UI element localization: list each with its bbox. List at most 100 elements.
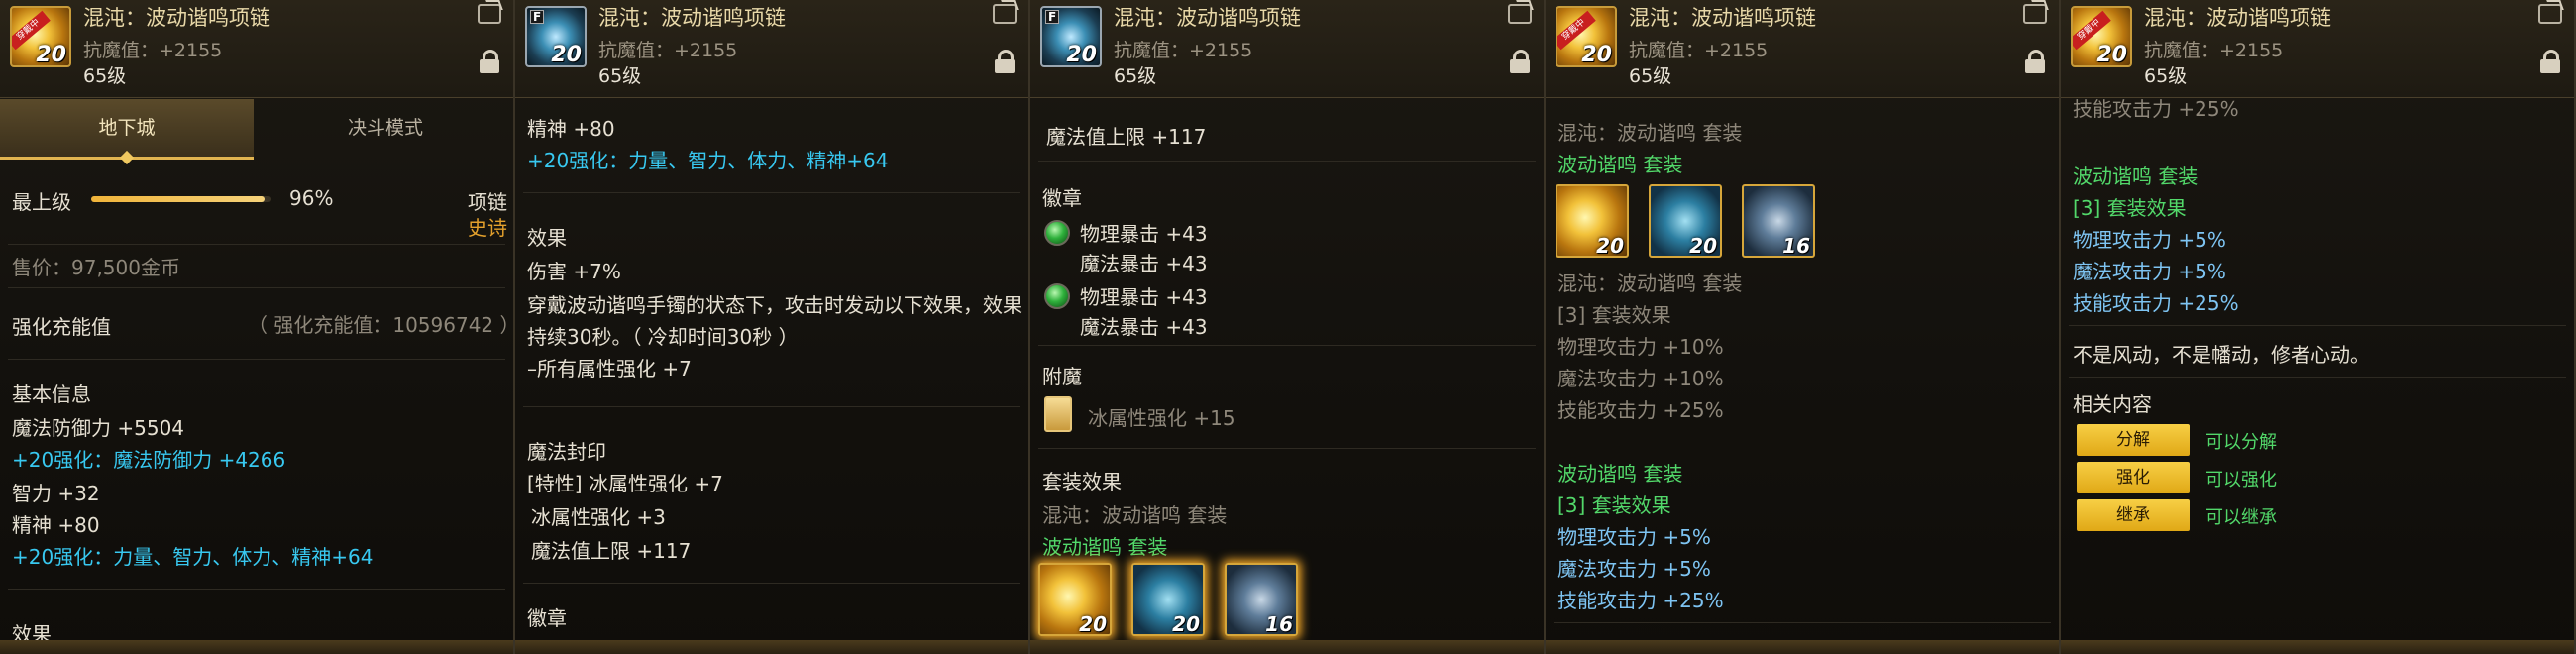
skill-atk-25: 技能攻击力 +25% xyxy=(1557,398,1724,422)
tooltip-panel-2: F 20 混沌：波动谐鸣项链 抗魔值：+2155 65级 精神 +80 +20强… xyxy=(515,0,1030,654)
set-item-slot[interactable]: 20 xyxy=(1038,563,1112,636)
mag-atk-10: 魔法攻击力 +10% xyxy=(1557,367,1724,390)
share-icon[interactable] xyxy=(2538,4,2562,24)
set-chaos-line: 混沌：波动谐鸣 套装 xyxy=(1557,272,1743,295)
divider xyxy=(8,359,505,360)
mode-tabs: 地下城 决斗模式 xyxy=(0,99,513,165)
share-icon[interactable] xyxy=(993,4,1017,24)
lock-icon[interactable] xyxy=(1510,50,1530,73)
seal-mp: 魔法值上限 +117 xyxy=(531,539,692,563)
item-header: 穿戴中 20 混沌：波动谐鸣项链 抗魔值：+2155 65级 xyxy=(0,0,513,98)
stat-intelligence: 智力 +32 xyxy=(12,482,100,505)
sell-price: 售价：97,500金币 xyxy=(12,256,180,279)
flavor-text: 不是风动，不是幡动，修者心动。 xyxy=(2073,343,2370,367)
divider xyxy=(1554,622,2051,623)
item-resist: 抗魔值：+2155 xyxy=(1629,40,1769,61)
divider xyxy=(8,244,505,245)
disassemble-button[interactable]: 分解 xyxy=(2077,424,2190,456)
share-icon[interactable] xyxy=(1508,4,1532,24)
item-level: 65级 xyxy=(83,65,127,87)
item-icon-badge: F xyxy=(530,10,545,24)
stat-spirit: 精神 +80 xyxy=(527,117,615,141)
item-icon-level: 20 xyxy=(1066,43,1097,67)
set-3-effect: [3] 套装效果 xyxy=(2073,196,2187,220)
emblem-2-phys: 物理暴击 +43 xyxy=(1080,285,1208,309)
inherit-desc: 可以继承 xyxy=(2205,507,2277,528)
enchant-card-icon xyxy=(1044,396,1072,432)
emblem-header: 徽章 xyxy=(1042,186,1082,210)
lock-icon[interactable] xyxy=(995,50,1015,73)
emblem-1-phys: 物理暴击 +43 xyxy=(1080,222,1208,246)
enhance-desc: 可以强化 xyxy=(2205,470,2277,490)
item-icon: 穿戴中 20 xyxy=(2071,6,2132,67)
phys-atk-10: 物理攻击力 +10% xyxy=(1557,335,1724,359)
lock-icon[interactable] xyxy=(480,50,499,73)
tooltip-strip: 穿戴中 20 混沌：波动谐鸣项链 抗魔值：+2155 65级 地下城 决斗模式 … xyxy=(0,0,2576,654)
set-item-slot[interactable]: 20 xyxy=(1131,563,1205,636)
item-resist: 抗魔值：+2155 xyxy=(1114,40,1253,61)
set-item-slot[interactable]: 20 xyxy=(1556,184,1629,258)
share-icon[interactable] xyxy=(2023,4,2047,24)
item-level: 65级 xyxy=(2144,65,2188,87)
basic-info-header: 基本信息 xyxy=(12,382,91,406)
grade-progress-fill xyxy=(91,196,265,202)
mag-atk-5: 魔法攻击力 +5% xyxy=(1557,557,1711,581)
item-level: 65级 xyxy=(1114,65,1157,87)
refine-label: 强化充能值 xyxy=(12,315,111,339)
item-title: 混沌：波动谐鸣项链 xyxy=(2144,6,2331,30)
item-header: 穿戴中 20 混沌：波动谐鸣项链 抗魔值：+2155 65级 xyxy=(1546,0,2059,98)
divider xyxy=(523,583,1020,584)
disassemble-desc: 可以分解 xyxy=(2205,432,2277,453)
set-item-slot[interactable]: 16 xyxy=(1225,563,1298,636)
lock-icon[interactable] xyxy=(2540,50,2560,73)
mag-atk-5: 魔法攻击力 +5% xyxy=(2073,260,2226,283)
set-item-slot[interactable]: 20 xyxy=(1649,184,1722,258)
grade-percent: 96% xyxy=(289,186,334,210)
divider xyxy=(8,287,505,288)
seal-mp: 魔法值上限 +117 xyxy=(1046,125,1207,149)
panel-body: 地下城 决斗模式 最上级 96% 项链 史诗 售价：97,500金币 强化充能值… xyxy=(0,99,513,640)
skill-atk-25: 技能攻击力 +25% xyxy=(2073,291,2239,315)
tooltip-panel-3: F 20 混沌：波动谐鸣项链 抗魔值：+2155 65级 魔法值上限 +117 … xyxy=(1030,0,1546,654)
effect-all-elem: –所有属性强化 +7 xyxy=(527,357,692,381)
related-header: 相关内容 xyxy=(2073,392,2152,416)
tooltip-panel-5: 穿戴中 20 混沌：波动谐鸣项链 抗魔值：+2155 65级 技能攻击力 +25… xyxy=(2061,0,2576,654)
item-header: 穿戴中 20 混沌：波动谐鸣项链 抗魔值：+2155 65级 xyxy=(2061,0,2574,98)
item-title: 混沌：波动谐鸣项链 xyxy=(1629,6,1816,30)
set-wave-line: 波动谐鸣 套装 xyxy=(1042,535,1168,559)
divider xyxy=(1038,448,1536,449)
enhance-stats: +20强化：力量、智力、体力、精神+64 xyxy=(527,149,889,172)
effect-damage: 伤害 +7% xyxy=(527,260,621,283)
divider xyxy=(2069,377,2566,378)
enhance-button[interactable]: 强化 xyxy=(2077,462,2190,493)
divider xyxy=(1038,345,1536,346)
skill-atk-25: 技能攻击力 +25% xyxy=(1557,589,1724,612)
item-header: F 20 混沌：波动谐鸣项链 抗魔值：+2155 65级 xyxy=(515,0,1028,98)
magic-defense: 魔法防御力 +5504 xyxy=(12,416,185,440)
item-resist: 抗魔值：+2155 xyxy=(83,40,223,61)
seal-trait: [特性] 冰属性强化 +7 xyxy=(527,472,723,495)
item-icon: F 20 xyxy=(1040,6,1102,67)
grade-label: 最上级 xyxy=(12,190,71,214)
inherit-button[interactable]: 继承 xyxy=(2077,499,2190,531)
enchant-ice: 冰属性强化 +15 xyxy=(1088,406,1235,430)
tab-duel[interactable]: 决斗模式 xyxy=(258,99,513,157)
seal-ice: 冰属性强化 +3 xyxy=(531,505,666,529)
item-rarity: 史诗 xyxy=(468,216,507,240)
skill-atk-cut: 技能攻击力 +25% xyxy=(2073,99,2239,121)
lock-icon[interactable] xyxy=(2025,50,2045,73)
emblem-1-mag: 魔法暴击 +43 xyxy=(1080,252,1208,275)
set-item-slot[interactable]: 16 xyxy=(1742,184,1815,258)
item-level: 65级 xyxy=(598,65,642,87)
divider xyxy=(523,406,1020,407)
effect-desc-2: 持续30秒。（ 冷却时间30秒 ） xyxy=(527,325,799,349)
divider xyxy=(1038,161,1536,162)
item-icon: 穿戴中 20 xyxy=(10,6,71,67)
grade-progress-bar xyxy=(91,196,271,202)
item-title: 混沌：波动谐鸣项链 xyxy=(598,6,786,30)
divider xyxy=(8,589,505,590)
item-header: F 20 混沌：波动谐鸣项链 抗魔值：+2155 65级 xyxy=(1030,0,1544,98)
slot-level: 20 xyxy=(1172,612,1200,636)
share-icon[interactable] xyxy=(478,4,501,24)
item-resist: 抗魔值：+2155 xyxy=(2144,40,2284,61)
